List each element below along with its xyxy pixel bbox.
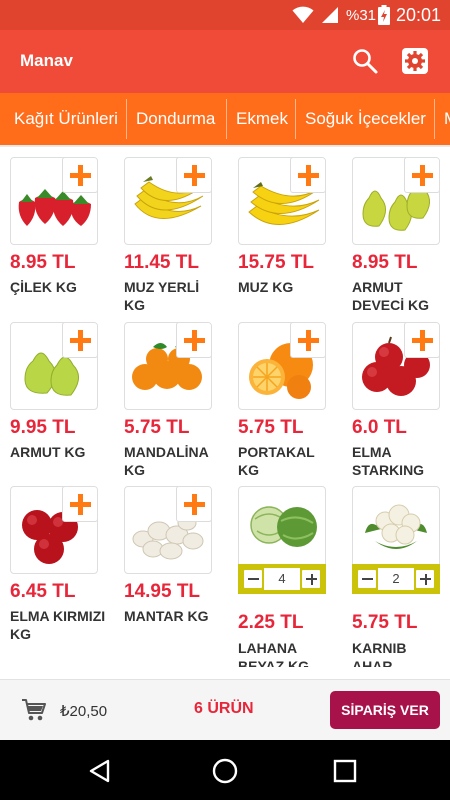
- cabbage-image: [250, 506, 317, 547]
- product-image[interactable]: [238, 157, 326, 245]
- battery-charging-icon: [378, 5, 390, 25]
- product-image[interactable]: [124, 157, 212, 245]
- product-image[interactable]: [124, 322, 212, 410]
- gear-icon[interactable]: [401, 47, 429, 75]
- product-price: 5.75 TL: [238, 417, 304, 438]
- product-price: 5.75 TL: [124, 417, 190, 438]
- product-name: MUZ KG: [238, 279, 294, 295]
- tab-kagit-urunleri[interactable]: Kağıt Ürünleri: [14, 93, 118, 145]
- add-to-cart-button[interactable]: [290, 158, 325, 193]
- product-image[interactable]: [124, 486, 212, 574]
- back-icon[interactable]: [86, 757, 114, 785]
- product-name: LAHANA BEYAZ KG: [238, 640, 310, 667]
- product-price: 5.75 TL: [352, 612, 418, 633]
- category-tabs: Kağıt Ürünleri Dondurma Ekmek Soğuk İçec…: [0, 93, 450, 147]
- app-title: Manav: [20, 51, 73, 70]
- tab-next-category[interactable]: M: [444, 93, 450, 145]
- system-nav-bar: [0, 740, 450, 800]
- decrease-quantity-button[interactable]: [356, 568, 378, 590]
- product-name: ARMUT KG: [10, 444, 86, 460]
- quantity-value: 4: [264, 568, 300, 590]
- cart-bar: ₺20,50 6 ÜRÜN SİPARİŞ VER: [0, 679, 450, 740]
- product-image[interactable]: [352, 157, 440, 245]
- tab-divider: [226, 99, 227, 139]
- clock: 20:01: [396, 5, 442, 25]
- product-price: 6.0 TL: [352, 417, 407, 438]
- place-order-button[interactable]: SİPARİŞ VER: [330, 691, 440, 729]
- product-name: MUZ YERLİ KG: [124, 279, 200, 313]
- increase-quantity-button[interactable]: [414, 568, 436, 590]
- add-to-cart-button[interactable]: [290, 323, 325, 358]
- cart-total: ₺20,50: [60, 703, 108, 720]
- product-name: ARMUT DEVECİ KG: [352, 279, 430, 313]
- product-image[interactable]: [352, 322, 440, 410]
- increase-quantity-button[interactable]: [300, 568, 322, 590]
- product-name: ELMA KIRMIZI KG: [10, 608, 106, 642]
- product-image[interactable]: [238, 486, 326, 574]
- add-to-cart-button[interactable]: [404, 158, 439, 193]
- app-bar: Manav: [0, 30, 450, 93]
- product-name: MANDALİNA KG: [124, 444, 209, 478]
- quantity-stepper: 4: [238, 564, 326, 594]
- add-to-cart-button[interactable]: [62, 323, 97, 358]
- product-price: 8.95 TL: [10, 252, 76, 273]
- status-bar: %31 20:01: [0, 0, 450, 30]
- tab-dondurma[interactable]: Dondurma: [136, 93, 215, 145]
- product-price: 9.95 TL: [10, 417, 76, 438]
- tab-soguk-icecekler[interactable]: Soğuk İçecekler: [305, 93, 426, 145]
- cauliflower-image: [365, 504, 427, 549]
- product-price: 14.95 TL: [124, 581, 201, 602]
- product-price: 2.25 TL: [238, 612, 304, 633]
- product-price: 8.95 TL: [352, 252, 418, 273]
- battery-percent: %31: [346, 7, 377, 24]
- product-image[interactable]: [10, 322, 98, 410]
- product-image[interactable]: [10, 157, 98, 245]
- product-price: 6.45 TL: [10, 581, 76, 602]
- product-name: PORTAKAL KG: [238, 444, 315, 478]
- tab-divider: [126, 99, 127, 139]
- wifi-icon: [292, 6, 314, 23]
- search-icon[interactable]: [351, 47, 379, 75]
- product-grid: 8.95 TL ÇİLEK KG 11.45 TL MUZ YERLİ KG 1…: [0, 149, 450, 667]
- cart-item-count: 6 ÜRÜN: [194, 700, 254, 717]
- product-name: ÇİLEK KG: [10, 279, 77, 295]
- recents-icon[interactable]: [331, 757, 359, 785]
- tab-ekmek[interactable]: Ekmek: [236, 93, 288, 145]
- decrease-quantity-button[interactable]: [242, 568, 264, 590]
- product-image[interactable]: [352, 486, 440, 574]
- product-price: 15.75 TL: [238, 252, 315, 273]
- add-to-cart-button[interactable]: [404, 323, 439, 358]
- home-icon[interactable]: [211, 757, 239, 785]
- add-to-cart-button[interactable]: [176, 158, 211, 193]
- add-to-cart-button[interactable]: [176, 487, 211, 522]
- product-name: MANTAR KG: [124, 608, 209, 624]
- quantity-value: 2: [378, 568, 414, 590]
- signal-icon: [322, 7, 338, 23]
- tab-divider: [434, 99, 435, 139]
- product-name: ELMA STARKING: [352, 444, 425, 478]
- product-image[interactable]: [238, 322, 326, 410]
- product-price: 11.45 TL: [124, 252, 199, 273]
- app-screen: %31 20:01 Manav Kağıt Ürünleri Dondurma …: [0, 0, 450, 800]
- add-to-cart-button[interactable]: [176, 323, 211, 358]
- product-image[interactable]: [10, 486, 98, 574]
- quantity-stepper: 2: [352, 564, 440, 594]
- add-to-cart-button[interactable]: [62, 487, 97, 522]
- tab-divider: [295, 99, 296, 139]
- product-name: KARNIB AHAR: [352, 640, 407, 667]
- add-to-cart-button[interactable]: [62, 158, 97, 193]
- cart-icon[interactable]: [21, 697, 47, 723]
